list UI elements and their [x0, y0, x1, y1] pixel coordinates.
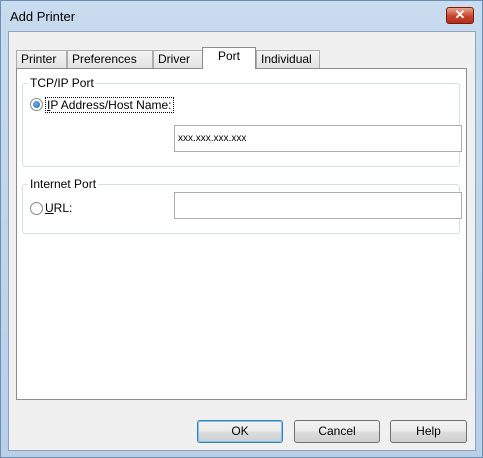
ok-button[interactable]: OK: [197, 420, 283, 443]
tab-printer[interactable]: Printer: [16, 50, 67, 68]
help-button[interactable]: Help: [390, 420, 467, 443]
ip-address-label-text: P Address/Host Name:: [50, 98, 172, 112]
tab-port[interactable]: Port: [202, 47, 256, 69]
tcpip-port-legend: TCP/IP Port: [28, 76, 96, 90]
close-button[interactable]: ✕: [446, 7, 474, 24]
url-label[interactable]: URL:: [45, 201, 72, 215]
window-title: Add Printer: [10, 9, 76, 24]
title-bar[interactable]: Add Printer ✕: [1, 1, 482, 31]
ip-address-input[interactable]: xxx.xxx.xxx.xxx: [174, 125, 462, 152]
url-label-mnemonic: U: [45, 201, 54, 215]
close-icon: ✕: [454, 7, 466, 22]
url-label-text: RL:: [53, 201, 73, 215]
url-input[interactable]: [174, 192, 462, 219]
internet-port-legend: Internet Port: [28, 177, 99, 191]
dialog-client-area: Printer Preferences Driver Port Individu…: [8, 31, 476, 451]
port-tab-panel: TCP/IP Port IP Address/Host Name: xxx.xx…: [16, 68, 467, 400]
url-radio[interactable]: [30, 202, 43, 215]
cancel-button[interactable]: Cancel: [294, 420, 380, 443]
ip-address-radio[interactable]: [30, 98, 43, 111]
ip-address-label[interactable]: IP Address/Host Name:: [45, 97, 174, 113]
tab-preferences[interactable]: Preferences: [67, 50, 153, 68]
tcpip-port-group: TCP/IP Port IP Address/Host Name: xxx.xx…: [22, 76, 462, 167]
tab-driver[interactable]: Driver: [153, 50, 203, 68]
tab-individual[interactable]: Individual: [256, 50, 320, 68]
internet-port-group: Internet Port URL:: [22, 177, 462, 234]
add-printer-dialog: Add Printer ✕ Printer Preferences Driver…: [0, 0, 483, 458]
